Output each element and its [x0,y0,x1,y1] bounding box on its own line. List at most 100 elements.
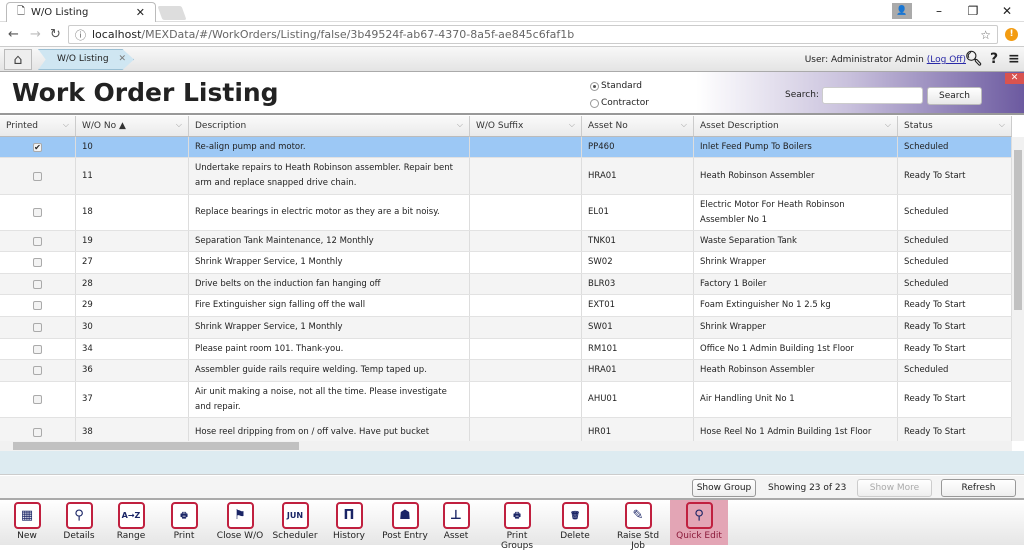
table-row[interactable]: 11 Undertake repairs to Heath Robinson as… [0,158,1012,195]
status-cell: Ready To Start [898,382,1012,417]
search-input[interactable] [822,87,923,104]
status-cell: Scheduled [898,137,1012,157]
table-row[interactable]: 18 Replace bearings in electric motor as … [0,195,1012,231]
reload-icon[interactable]: ↻ [50,27,61,42]
alert-icon[interactable]: ! [1005,28,1018,41]
help-icon[interactable]: ? [990,51,998,67]
suffix-cell [470,274,582,294]
printed-checkbox[interactable] [33,395,42,404]
a-to-z-icon: A→Z [117,502,145,529]
new-tab-button[interactable] [157,6,187,20]
quick-edit-button[interactable]: ⚲ Quick Edit [670,500,728,545]
chevron-down-icon[interactable]: ⌵ [681,120,687,130]
printed-cell [0,339,76,359]
range-button[interactable]: A→Z Range [106,500,156,545]
table-row[interactable]: 29 Fire Extinguisher sign falling off the… [0,295,1012,317]
close-tab-icon[interactable]: ✕ [136,6,145,19]
printed-checkbox[interactable]: ✔ [33,142,42,152]
url-field[interactable]: ⓘ localhost/MEXData/#/WorkOrders/Listing/… [68,25,998,44]
column-header[interactable]: W/O Suffix ⌵ [470,116,582,137]
post-entry-button[interactable]: ☗ Post Entry [380,500,430,545]
chevron-down-icon[interactable]: ⌵ [176,120,182,130]
close-panel-icon[interactable]: ✕ [1005,73,1024,84]
restore-icon[interactable]: ❐ [956,4,990,18]
table-row[interactable]: 38 Hose reel dripping from on / off valve… [0,418,1012,441]
printed-checkbox[interactable] [33,279,42,289]
printed-checkbox[interactable] [33,301,42,310]
horizontal-scroll-thumb[interactable] [13,442,299,450]
bookmark-star-icon[interactable]: ☆ [980,28,991,42]
close-app-tab-icon[interactable]: ✕ [119,54,127,64]
quick-edit-icon: ⚲ [685,502,713,529]
table-row[interactable]: 28 Drive belts on the induction fan hangi… [0,274,1012,295]
app-tab-wo-listing[interactable]: W/O Listing ✕ [38,49,134,70]
home-icon[interactable]: ⌂ [4,49,32,70]
raise-std-job-button[interactable]: ✎ Raise Std Job [610,500,666,551]
printed-checkbox[interactable] [33,428,42,437]
print-button[interactable]: 🖶 Print [159,500,209,545]
radio-contractor[interactable]: Contractor [590,98,649,108]
minimize-icon[interactable]: – [922,4,956,18]
table-row[interactable]: 30 Shrink Wrapper Service, 1 Monthly SW01 S… [0,317,1012,339]
forward-icon[interactable]: → [30,27,41,42]
chevron-down-icon[interactable]: ⌵ [999,120,1005,130]
printed-cell [0,382,76,417]
column-header[interactable]: Asset Description ⌵ [694,116,898,137]
delete-button[interactable]: 🗑 Delete [550,500,600,545]
table-row[interactable]: ✔ 10 Re-align pump and motor. PP460 Inlet Fe… [0,137,1012,158]
new-button[interactable]: ▦ New [2,500,52,545]
table-row[interactable]: 36 Assembler guide rails require welding.… [0,360,1012,382]
column-header[interactable]: Asset No ⌵ [582,116,694,137]
asset-cell: AHU01 [582,382,694,417]
table-row[interactable]: 27 Shrink Wrapper Service, 1 Monthly SW02 S… [0,252,1012,274]
browser-tab-bar: 🗋 W/O Listing ✕ 👤 – ❐ ✕ [0,0,1024,22]
history-button[interactable]: П History [324,500,374,545]
scheduler-button[interactable]: JUN Scheduler [270,500,320,545]
back-icon[interactable]: ← [8,27,19,42]
column-header[interactable]: W/O No ▲ ⌵ [76,116,189,137]
asset-desc-cell: Foam Extinguisher No 1 2.5 kg [694,295,898,316]
close-w-o-button[interactable]: ⚑ Close W/O [215,500,265,545]
radio-standard[interactable]: Standard [590,81,642,91]
asset-cell: BLR03 [582,274,694,294]
printed-checkbox[interactable] [33,208,42,217]
radio-button[interactable] [590,81,599,91]
show-group-button[interactable]: Show Group [692,479,756,497]
print-groups-button[interactable]: 🖶 Print Groups [491,500,543,551]
chevron-down-icon[interactable]: ⌵ [63,120,69,130]
printed-checkbox[interactable] [33,171,42,181]
info-icon: ⓘ [75,28,86,42]
table-row[interactable]: 37 Air unit making a noise, not all the t… [0,382,1012,418]
refresh-button[interactable]: Refresh [941,479,1016,497]
search-button[interactable]: Search [927,87,982,105]
details-button[interactable]: ⚲ Details [54,500,104,545]
vertical-scroll-thumb[interactable] [1014,150,1022,310]
printed-checkbox[interactable] [33,344,42,354]
printed-cell [0,195,76,230]
table-row[interactable]: 34 Please paint room 101. Thank-you. RM101… [0,339,1012,360]
desc-cell: Shrink Wrapper Service, 1 Monthly [189,317,470,338]
asset-button[interactable]: ⊥ Asset [431,500,481,545]
search-icon[interactable]: 🔍︎ [965,51,983,67]
menu-icon[interactable]: ≡ [1008,51,1020,67]
toolbar-label: Post Entry [382,531,428,541]
column-header[interactable]: Printed ⌵ [0,116,76,137]
column-header[interactable]: Status ⌵ [898,116,1012,137]
column-header[interactable]: Description ⌵ [189,116,470,137]
printed-checkbox[interactable] [33,323,42,332]
profile-icon[interactable]: 👤 [892,3,912,19]
printed-checkbox[interactable] [33,366,42,375]
radio-button[interactable] [590,98,599,108]
wo-cell: 34 [76,339,189,359]
asset-desc-cell: Hose Reel No 1 Admin Building 1st Floor [694,418,898,441]
chevron-down-icon[interactable]: ⌵ [569,120,575,130]
logoff-link[interactable]: (Log Off) [927,55,966,65]
chevron-down-icon[interactable]: ⌵ [885,120,891,130]
browser-tab[interactable]: 🗋 W/O Listing ✕ [6,2,156,22]
printed-checkbox[interactable] [33,236,42,246]
table-row[interactable]: 19 Separation Tank Maintenance, 12 Monthl… [0,231,1012,252]
show-more-button[interactable]: Show More [857,479,932,497]
chevron-down-icon[interactable]: ⌵ [457,120,463,130]
close-window-icon[interactable]: ✕ [990,4,1024,18]
printed-checkbox[interactable] [33,258,42,267]
